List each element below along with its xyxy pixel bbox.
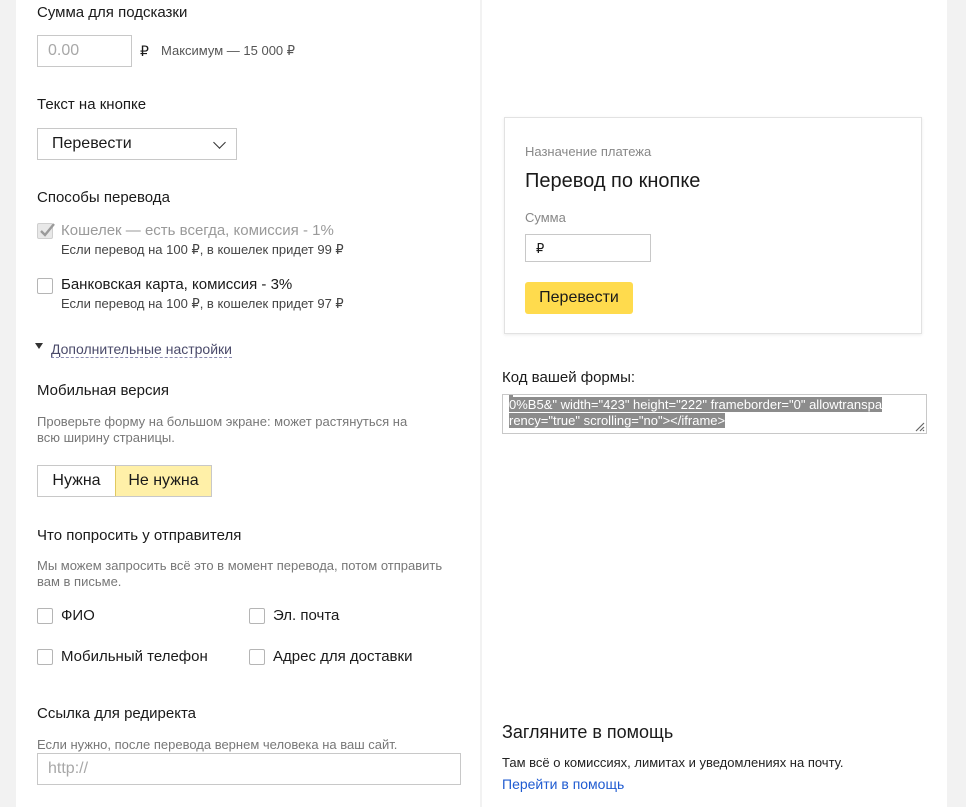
redirect-url-input[interactable]: [37, 753, 461, 785]
advanced-settings-link[interactable]: Дополнительные настройки: [51, 341, 232, 358]
help-link[interactable]: Перейти в помощь: [502, 776, 624, 792]
mobile-version-hint-line1: Проверьте форму на большом экране: может…: [37, 414, 408, 429]
mobile-version-label: Мобильная версия: [37, 382, 169, 399]
button-text-selected: Перевести: [52, 135, 132, 152]
wallet-method-title: Кошелек — есть всегда, комиссия - 1%: [61, 222, 334, 239]
button-text-label: Текст на кнопке: [37, 96, 147, 113]
preview-panel: Назначение платежа Перевод по кнопке Сум…: [482, 0, 947, 807]
redirect-hint: Если нужно, после перевода вернем челове…: [37, 737, 398, 752]
mobile-option-needed[interactable]: Нужна: [38, 466, 115, 496]
form-code-line2: rency="true" scrolling="no"></iframe>: [509, 413, 726, 428]
mobile-version-hint-line2: всю ширину страницы.: [37, 430, 175, 445]
card-method-title: Банковская карта, комиссия - 3%: [61, 276, 293, 293]
triangle-down-icon: [35, 343, 43, 349]
phone-checkbox[interactable]: [37, 649, 53, 665]
wallet-method-note: Если перевод на 100 ₽, в кошелек придет …: [61, 242, 344, 257]
methods-label: Способы перевода: [37, 189, 170, 206]
mobile-option-not-needed[interactable]: Не нужна: [115, 466, 211, 496]
address-label: Адрес для доставки: [273, 648, 413, 665]
mobile-version-toggle: Нужна Не нужна: [37, 465, 212, 497]
amount-label: Сумма: [525, 210, 566, 225]
button-text-select[interactable]: Перевести: [37, 128, 237, 160]
card-method-note: Если перевод на 100 ₽, в кошелек придет …: [61, 296, 344, 311]
form-preview-card: Назначение платежа Перевод по кнопке Сум…: [504, 117, 922, 334]
address-checkbox[interactable]: [249, 649, 265, 665]
resize-grip-icon[interactable]: [913, 420, 925, 432]
phone-label: Мобильный телефон: [61, 648, 208, 665]
help-text: Там всё о комиссиях, лимитах и уведомлен…: [502, 755, 844, 770]
purpose-label: Назначение платежа: [525, 144, 652, 159]
settings-panel: Сумма для подсказки ₽ Максимум — 15 000 …: [16, 0, 480, 807]
fio-label: ФИО: [61, 607, 95, 624]
checkmark-icon: [40, 223, 55, 237]
preview-currency-sign: ₽: [536, 241, 545, 256]
preview-transfer-button[interactable]: Перевести: [525, 282, 633, 314]
fio-checkbox[interactable]: [37, 608, 53, 624]
tip-amount-input[interactable]: [37, 35, 132, 67]
card-checkbox[interactable]: [37, 278, 53, 294]
email-label: Эл. почта: [273, 607, 340, 624]
email-checkbox[interactable]: [249, 608, 265, 624]
ask-sender-hint-line2: вам в письме.: [37, 574, 122, 589]
form-code-label: Код вашей формы:: [502, 369, 636, 386]
help-title: Загляните в помощь: [502, 722, 674, 742]
tip-max-text: Максимум — 15 000 ₽: [161, 43, 296, 58]
redirect-label: Ссылка для редиректа: [37, 705, 197, 722]
tip-currency-sign: ₽: [140, 43, 149, 59]
purpose-title: Перевод по кнопке: [525, 170, 701, 192]
wallet-checkbox[interactable]: [37, 223, 55, 239]
tip-amount-label: Сумма для подсказки: [37, 4, 188, 21]
preview-amount-input[interactable]: ₽: [525, 234, 651, 262]
ask-sender-label: Что попросить у отправителя: [37, 527, 242, 544]
form-code-line1: 0%B5&" width="423" height="222" framebor…: [509, 397, 883, 412]
ask-sender-hint-line1: Мы можем запросить всё это в момент пере…: [37, 558, 443, 573]
chevron-down-icon: [213, 135, 226, 149]
form-code-textarea[interactable]: 0%B5&" width="423" height="222" framebor…: [502, 394, 927, 434]
